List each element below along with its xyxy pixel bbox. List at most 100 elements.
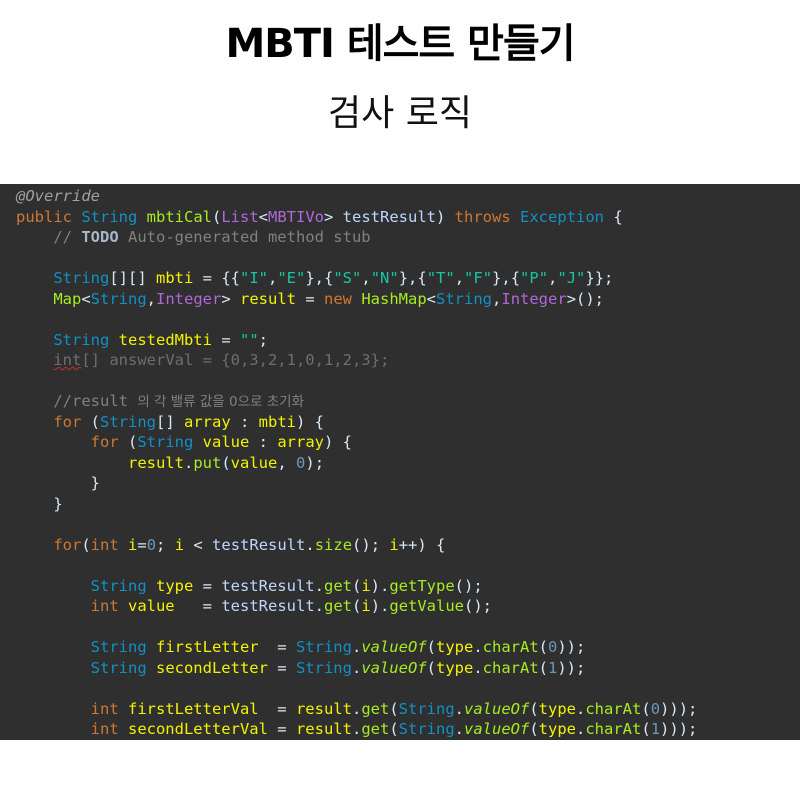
code-token: firstLetterVal [127,699,259,718]
code-token: int [90,535,128,554]
code-token: throws [454,207,520,226]
code-token: i [361,576,371,595]
code-token: "P" [520,269,549,287]
code-token: i [128,535,138,554]
code-line: public String mbtiCal(List<MBTIVo> testR… [16,207,697,228]
code-token: "T" [426,269,455,287]
code-token: secondLetter [155,658,268,677]
code-token: size [314,535,353,554]
code-token: Map [53,289,82,308]
code-token: ( [529,720,539,738]
code-token: ))); [660,699,698,718]
code-line: Map<String,Integer> result = new HashMap… [16,289,697,310]
code-token: ) { [324,433,352,451]
code-token: = [211,330,240,349]
code-token: String [81,207,147,226]
code-line: String testedMbti = ""; [16,330,697,351]
code-token: ; [156,535,175,554]
code-token: > [324,207,343,226]
code-token: result [295,699,352,718]
code-token: ))); [660,720,698,738]
code-token: { [613,207,623,226]
code-token: . [351,699,362,718]
code-line: @Override [16,186,697,207]
code-line: // TODO Auto-generated method stub [16,227,697,248]
code-token: . [454,720,464,738]
code-token: secondLetterVal [127,720,268,738]
code-token: . [305,535,315,554]
code-token: , [548,269,558,287]
code-token: String [436,289,493,308]
code-token: } [16,474,100,492]
slide: MBTI 테스트 만들기 검사 로직 @Override public Strin… [0,0,800,800]
code-token: : [249,433,278,451]
code-token: valueOf [361,638,427,656]
code-token: , [454,269,465,287]
code-token: ( [538,638,548,656]
code-token: int [90,597,128,615]
code-token: String [90,638,156,656]
code-token: ( [90,412,100,431]
code-token: getValue [389,597,465,615]
code-token: . [314,576,324,595]
code-token: < [426,289,437,308]
code-token: = [137,535,147,554]
code-token: put [193,453,222,472]
code-token: valueOf [464,720,530,738]
code-line: for (String[] array : mbti) { [16,412,697,433]
code-line: String type = testResult.get(i).getType(… [16,576,697,597]
code-token: charAt [585,699,642,718]
code-token: = [258,699,296,718]
code-token: ( [127,433,138,451]
code-token: "E" [277,269,306,287]
code-token: charAt [482,638,539,656]
page-title: MBTI 테스트 만들기 [225,21,575,67]
code-token: (); [352,535,390,554]
code-token: String [100,412,156,431]
code-token: mbti [258,412,296,431]
code-token: mbtiCal [146,207,212,226]
code-token: . [351,658,362,677]
code-token: Auto-generated method stub [118,228,371,246]
code-token: , [361,269,371,287]
code-token: for [53,412,91,431]
code-token: value [202,433,250,451]
code-token: . [473,638,483,656]
code-token: , [146,289,157,308]
code-token: testResult [221,597,315,615]
code-token: String [53,330,119,349]
code-token: @Override [16,187,100,205]
code-line: } [16,473,697,494]
code-token: "N" [370,269,399,287]
code-token: i [361,597,371,615]
code-token: ( [426,638,436,656]
code-line: for (String value : array) { [16,432,697,453]
code-token: result [240,289,297,308]
code-token: . [351,638,362,656]
code-token: ); [305,453,325,472]
code-token: // [16,228,82,246]
code-token: },{ [305,269,334,287]
code-token: HashMap [361,289,427,308]
code-token: Integer [501,289,567,308]
code-token: = {{ [193,269,240,287]
code-token: MBTIVo [268,207,324,226]
code-line: } [16,494,697,515]
code-token: String [398,720,455,738]
code-token: ( [352,597,362,615]
code-token: testResult [221,576,315,595]
code-token: Integer [156,289,222,308]
code-token: "S" [333,269,362,287]
code-token: } [16,494,63,513]
code-token: get [323,576,352,595]
